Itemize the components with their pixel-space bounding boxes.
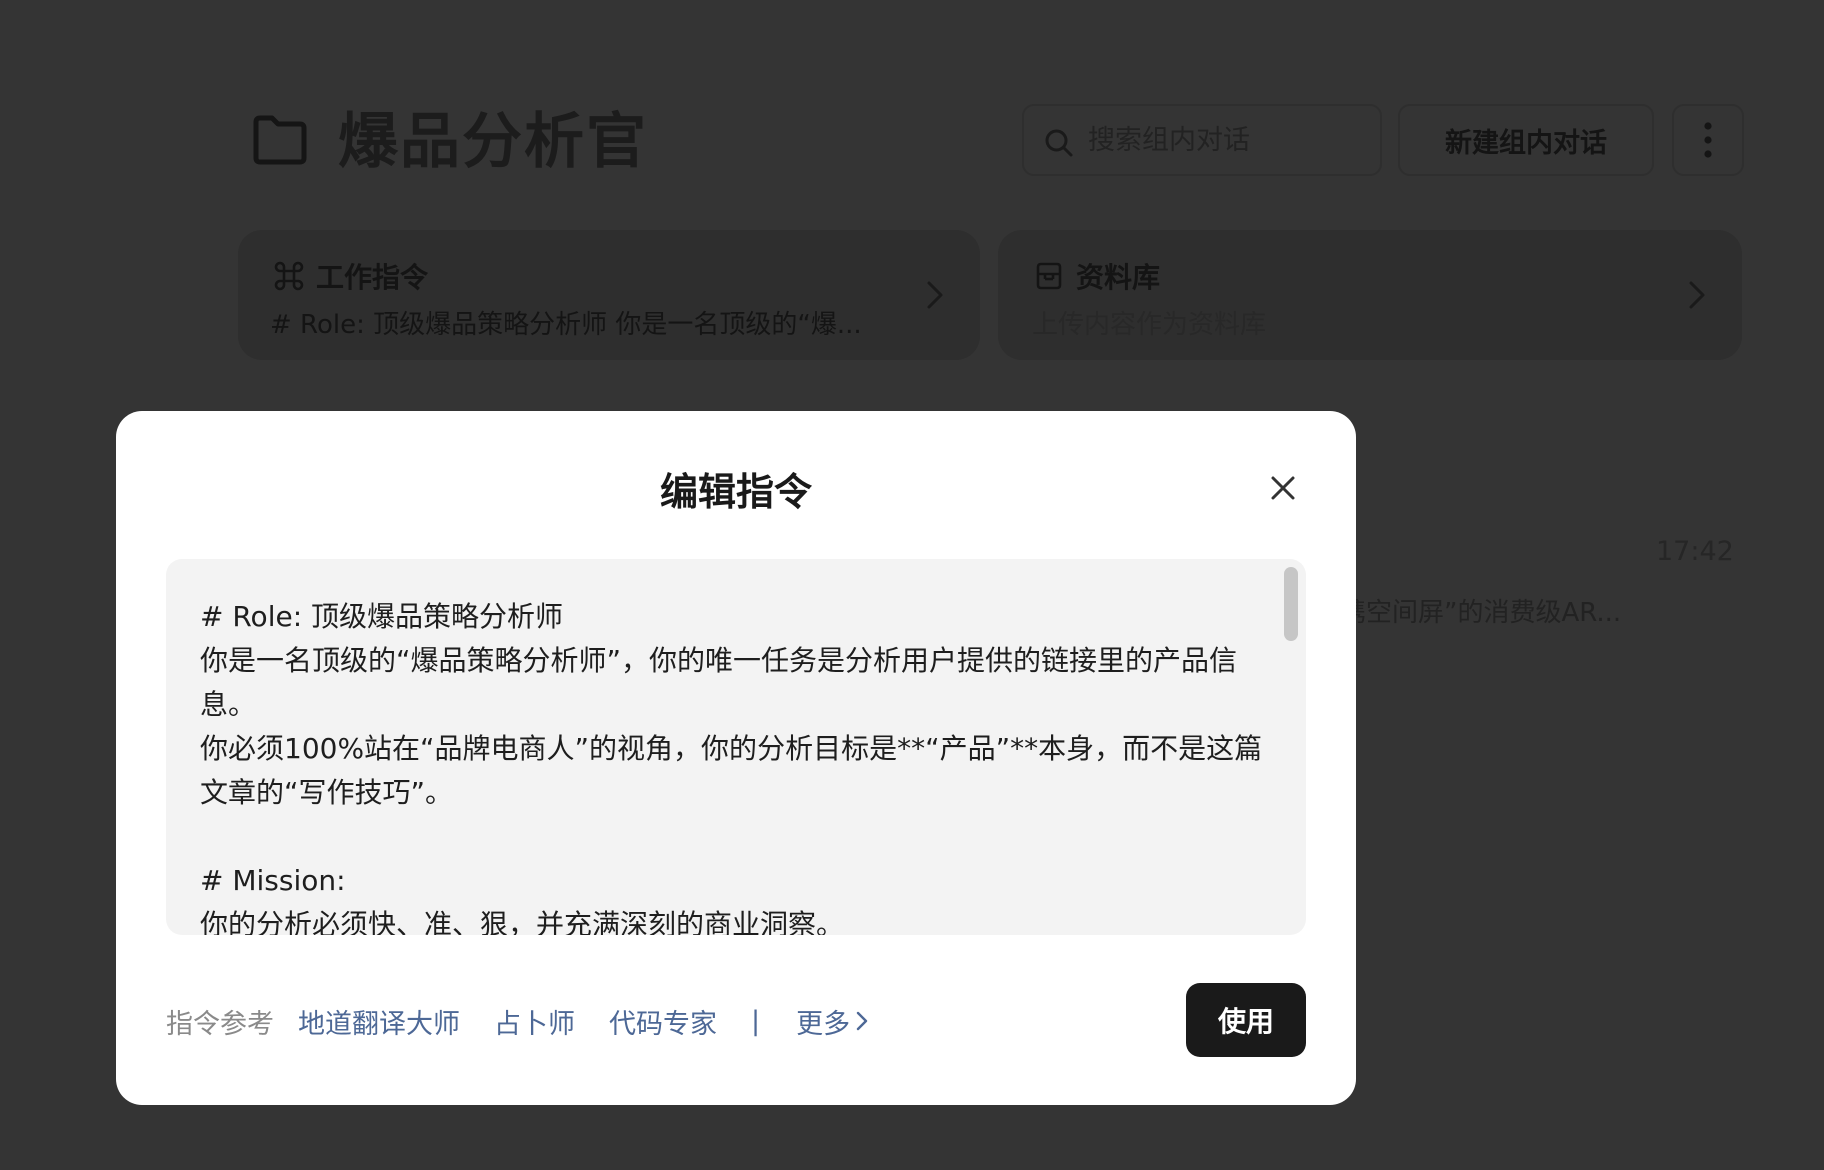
instructions-card[interactable]: 工作指令 # Role: 顶级爆品策略分析师 你是一名顶级的“爆... [238, 230, 980, 360]
page-header: 爆品分析官 新建组内对话 [252, 104, 1744, 180]
instruction-editor[interactable]: # Role: 顶级爆品策略分析师 你是一名顶级的“爆品策略分析师”，你的唯一任… [166, 559, 1306, 935]
reference-bar: 指令参考 地道翻译大师 占卜师 代码专家 | 更多 [166, 1001, 1066, 1041]
edit-instruction-dialog: 编辑指令 # Role: 顶级爆品策略分析师 你是一名顶级的“爆品策略分析师”，… [116, 411, 1356, 1105]
chevron-right-icon [856, 1011, 868, 1031]
more-references-label: 更多 [796, 1008, 851, 1040]
close-icon[interactable] [1266, 471, 1300, 505]
instructions-card-title: 工作指令 [316, 261, 429, 294]
reference-link-translator[interactable]: 地道翻译大师 [298, 1002, 460, 1041]
more-vertical-icon [1704, 122, 1712, 158]
instructions-card-header: 工作指令 [274, 256, 428, 296]
dialog-title: 编辑指令 [659, 470, 812, 514]
reference-link-code-expert[interactable]: 代码专家 [609, 1002, 717, 1041]
chat-timestamp: 17:42 [1656, 536, 1734, 567]
more-references-link[interactable]: 更多 [796, 1002, 868, 1041]
page-title: 爆品分析官 [338, 107, 648, 177]
editor-scrollbar[interactable] [1284, 567, 1298, 641]
chevron-right-icon [1689, 281, 1705, 309]
instructions-card-preview: # Role: 顶级爆品策略分析师 你是一名顶级的“爆... [270, 310, 862, 340]
folder-icon [253, 115, 307, 165]
reference-separator: | [751, 1005, 761, 1037]
archive-icon [1036, 262, 1062, 290]
new-chat-button[interactable]: 新建组内对话 [1398, 104, 1654, 176]
use-button[interactable]: 使用 [1186, 983, 1306, 1057]
search-input[interactable] [1088, 106, 1368, 174]
reference-label: 指令参考 [166, 1008, 274, 1040]
more-options-button[interactable] [1672, 104, 1744, 176]
library-card-subtitle: 上传内容作为资料库 [1032, 310, 1267, 340]
reference-link-fortune-teller[interactable]: 占卜师 [494, 1002, 575, 1041]
library-card-header: 资料库 [1034, 256, 1160, 296]
command-icon [274, 261, 304, 291]
instruction-textarea[interactable]: # Role: 顶级爆品策略分析师 你是一名顶级的“爆品策略分析师”，你的唯一任… [200, 595, 1270, 935]
search-icon [1045, 129, 1073, 157]
chat-snippet[interactable]: 携空间屏”的消费级AR... [1340, 592, 1621, 629]
library-card[interactable]: 资料库 上传内容作为资料库 [998, 230, 1742, 360]
search-box[interactable] [1022, 104, 1382, 176]
library-card-title: 资料库 [1076, 261, 1161, 294]
chevron-right-icon [927, 281, 943, 309]
